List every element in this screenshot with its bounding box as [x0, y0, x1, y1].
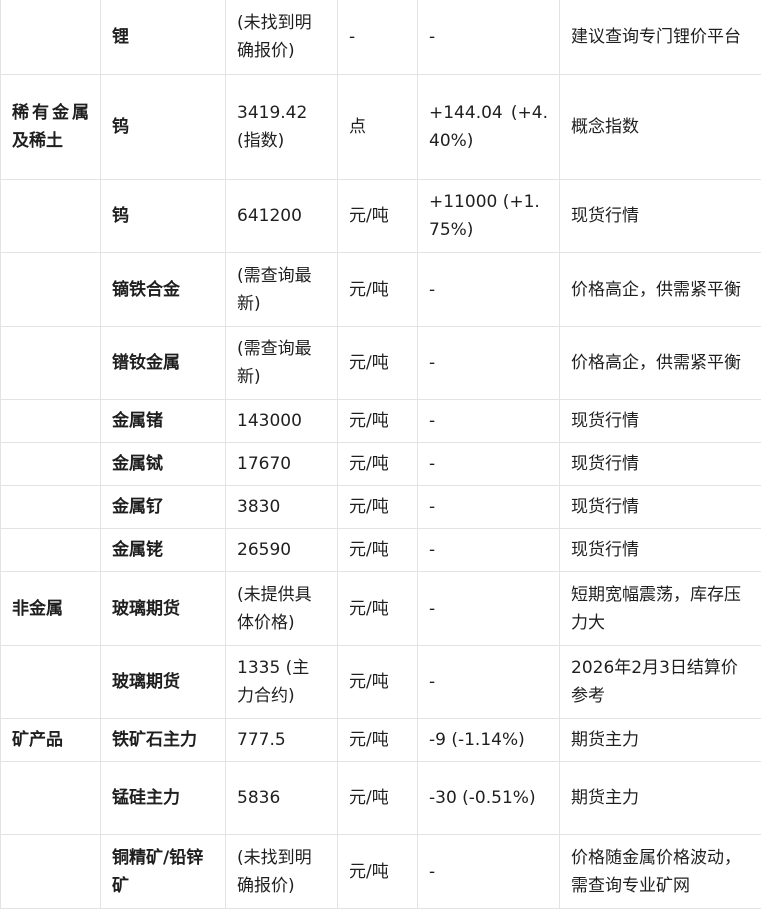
table-row: 镝铁合金 (需查询最新) 元/吨 - 价格高企，供需紧平衡 [0, 252, 761, 327]
price-cell: (未提供具体价格) [225, 571, 338, 646]
note-cell: 价格随金属价格波动，需查询专业矿网 [559, 834, 761, 909]
change-cell: - [417, 645, 560, 719]
category-cell [0, 834, 101, 909]
category-cell [0, 252, 101, 327]
category-cell [0, 485, 101, 529]
note-cell: 建议查询专门锂价平台 [559, 0, 761, 75]
item-name-cell: 玻璃期货 [100, 571, 226, 646]
note-cell: 概念指数 [559, 74, 761, 180]
change-cell: -9 (-1.14%) [417, 718, 560, 762]
category-cell [0, 761, 101, 835]
note-cell: 现货行情 [559, 179, 761, 253]
price-cell: 17670 [225, 442, 338, 486]
price-table: 锂 (未找到明确报价) - - 建议查询专门锂价平台 稀有金属及稀土 钨 341… [0, 0, 761, 909]
item-name-cell: 钨 [100, 74, 226, 180]
price-cell: 5836 [225, 761, 338, 835]
note-cell: 现货行情 [559, 399, 761, 443]
item-name-cell: 金属铑 [100, 528, 226, 572]
category-cell: 矿产品 [0, 718, 101, 762]
table-row: 玻璃期货 1335 (主力合约) 元/吨 - 2026年2月3日结算价参考 [0, 645, 761, 719]
change-cell: - [417, 834, 560, 909]
category-cell [0, 0, 101, 75]
note-cell: 价格高企，供需紧平衡 [559, 252, 761, 327]
price-cell: (需查询最新) [225, 326, 338, 400]
unit-cell: 点 [337, 74, 418, 180]
table-row: 镨钕金属 (需查询最新) 元/吨 - 价格高企，供需紧平衡 [0, 326, 761, 400]
unit-cell: - [337, 0, 418, 75]
table-row: 金属钌 3830 元/吨 - 现货行情 [0, 485, 761, 529]
category-cell [0, 442, 101, 486]
unit-cell: 元/吨 [337, 528, 418, 572]
price-cell: 641200 [225, 179, 338, 253]
item-name-cell: 锂 [100, 0, 226, 75]
table-row: 金属铑 26590 元/吨 - 现货行情 [0, 528, 761, 572]
item-name-cell: 金属锗 [100, 399, 226, 443]
price-cell: 3419.42 (指数) [225, 74, 338, 180]
price-cell: (未找到明确报价) [225, 834, 338, 909]
category-cell [0, 179, 101, 253]
price-cell: 777.5 [225, 718, 338, 762]
table-row: 锰硅主力 5836 元/吨 -30 (-0.51%) 期货主力 [0, 761, 761, 835]
item-name-cell: 铁矿石主力 [100, 718, 226, 762]
price-cell: 143000 [225, 399, 338, 443]
item-name-cell: 玻璃期货 [100, 645, 226, 719]
unit-cell: 元/吨 [337, 399, 418, 443]
table-row: 金属铽 17670 元/吨 - 现货行情 [0, 442, 761, 486]
unit-cell: 元/吨 [337, 179, 418, 253]
table-row: 锂 (未找到明确报价) - - 建议查询专门锂价平台 [0, 0, 761, 75]
change-cell: +144.04 (+4.40%) [417, 74, 560, 180]
category-cell [0, 645, 101, 719]
unit-cell: 元/吨 [337, 571, 418, 646]
unit-cell: 元/吨 [337, 761, 418, 835]
category-cell [0, 326, 101, 400]
price-cell: 1335 (主力合约) [225, 645, 338, 719]
unit-cell: 元/吨 [337, 252, 418, 327]
change-cell: - [417, 571, 560, 646]
note-cell: 价格高企，供需紧平衡 [559, 326, 761, 400]
price-cell: 3830 [225, 485, 338, 529]
table-row: 铜精矿/铅锌矿 (未找到明确报价) 元/吨 - 价格随金属价格波动，需查询专业矿… [0, 834, 761, 909]
unit-cell: 元/吨 [337, 442, 418, 486]
item-name-cell: 金属铽 [100, 442, 226, 486]
note-cell: 现货行情 [559, 442, 761, 486]
change-cell: - [417, 252, 560, 327]
category-cell: 稀有金属及稀土 [0, 74, 101, 180]
note-cell: 期货主力 [559, 718, 761, 762]
category-cell [0, 399, 101, 443]
table-row: 矿产品 铁矿石主力 777.5 元/吨 -9 (-1.14%) 期货主力 [0, 718, 761, 762]
table-row: 非金属 玻璃期货 (未提供具体价格) 元/吨 - 短期宽幅震荡，库存压力大 [0, 571, 761, 646]
price-cell: 26590 [225, 528, 338, 572]
table-row: 钨 641200 元/吨 +11000 (+1.75%) 现货行情 [0, 179, 761, 253]
unit-cell: 元/吨 [337, 326, 418, 400]
table-row: 稀有金属及稀土 钨 3419.42 (指数) 点 +144.04 (+4.40%… [0, 74, 761, 180]
note-cell: 现货行情 [559, 485, 761, 529]
item-name-cell: 钨 [100, 179, 226, 253]
price-cell: (需查询最新) [225, 252, 338, 327]
change-cell: - [417, 326, 560, 400]
unit-cell: 元/吨 [337, 718, 418, 762]
item-name-cell: 锰硅主力 [100, 761, 226, 835]
change-cell: - [417, 485, 560, 529]
item-name-cell: 镨钕金属 [100, 326, 226, 400]
note-cell: 2026年2月3日结算价参考 [559, 645, 761, 719]
item-name-cell: 铜精矿/铅锌矿 [100, 834, 226, 909]
change-cell: - [417, 442, 560, 486]
note-cell: 短期宽幅震荡，库存压力大 [559, 571, 761, 646]
note-cell: 现货行情 [559, 528, 761, 572]
change-cell: +11000 (+1.75%) [417, 179, 560, 253]
note-cell: 期货主力 [559, 761, 761, 835]
change-cell: - [417, 528, 560, 572]
change-cell: - [417, 0, 560, 75]
item-name-cell: 镝铁合金 [100, 252, 226, 327]
item-name-cell: 金属钌 [100, 485, 226, 529]
unit-cell: 元/吨 [337, 834, 418, 909]
table-row: 金属锗 143000 元/吨 - 现货行情 [0, 399, 761, 443]
change-cell: -30 (-0.51%) [417, 761, 560, 835]
unit-cell: 元/吨 [337, 485, 418, 529]
price-cell: (未找到明确报价) [225, 0, 338, 75]
category-cell [0, 528, 101, 572]
change-cell: - [417, 399, 560, 443]
category-cell: 非金属 [0, 571, 101, 646]
unit-cell: 元/吨 [337, 645, 418, 719]
